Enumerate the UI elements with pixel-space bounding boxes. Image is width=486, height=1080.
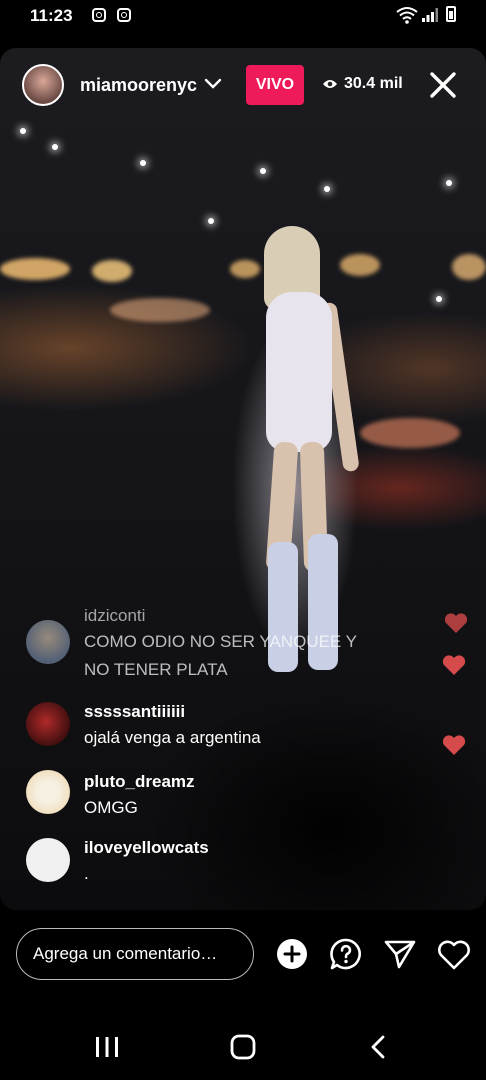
commenter-name[interactable]: iloveyellowcats [84, 838, 209, 858]
commenter-name[interactable]: pluto_dreamz [84, 772, 195, 792]
heart-icon [442, 735, 466, 755]
add-icon[interactable] [276, 938, 308, 970]
comment-input-placeholder: Agrega un comentario… [33, 944, 218, 963]
signal-icon [422, 8, 438, 22]
battery-icon [446, 6, 456, 22]
instagram-icon [92, 8, 106, 22]
like-icon[interactable] [437, 940, 471, 970]
comment-text: OMGG [84, 798, 138, 817]
commenter-name[interactable]: sssssantiiiiii [84, 702, 185, 722]
wifi-icon [396, 7, 418, 24]
live-video[interactable] [0, 48, 486, 910]
commenter-name[interactable]: idziconti [84, 606, 145, 626]
comment-input[interactable]: Agrega un comentario… [16, 928, 254, 980]
heart-icon [442, 655, 466, 675]
system-navigation [0, 1018, 486, 1080]
heart-icon [444, 613, 468, 633]
comment-text: . [84, 864, 89, 883]
viewer-count[interactable]: 30.4 mil [322, 75, 403, 93]
send-icon[interactable] [384, 939, 416, 969]
eye-icon [323, 79, 337, 88]
commenter-avatar[interactable] [26, 620, 70, 664]
live-header: miamoorenyc VIVO 30.4 mil [0, 62, 486, 110]
recent-apps-icon[interactable] [94, 1036, 120, 1058]
chevron-down-icon[interactable] [204, 78, 222, 90]
viewer-count-label: 30.4 mil [344, 75, 403, 92]
question-icon[interactable] [330, 938, 362, 970]
instagram-icon [117, 8, 131, 22]
comment-text: COMO ODIO NO SER YANQUEE Y NO TENER PLAT… [84, 632, 357, 679]
commenter-avatar[interactable] [26, 770, 70, 814]
performer [240, 222, 360, 682]
close-icon[interactable] [428, 70, 458, 100]
status-bar: 11:23 [0, 0, 486, 34]
back-icon[interactable] [370, 1035, 386, 1059]
host-username[interactable]: miamoorenyc [80, 75, 197, 96]
status-time: 11:23 [30, 6, 73, 25]
comment-text: ojalá venga a argentina [84, 728, 261, 747]
host-avatar[interactable] [22, 64, 64, 106]
commenter-avatar[interactable] [26, 838, 70, 882]
commenter-avatar[interactable] [26, 702, 70, 746]
home-icon[interactable] [230, 1034, 256, 1060]
live-badge: VIVO [246, 65, 304, 105]
